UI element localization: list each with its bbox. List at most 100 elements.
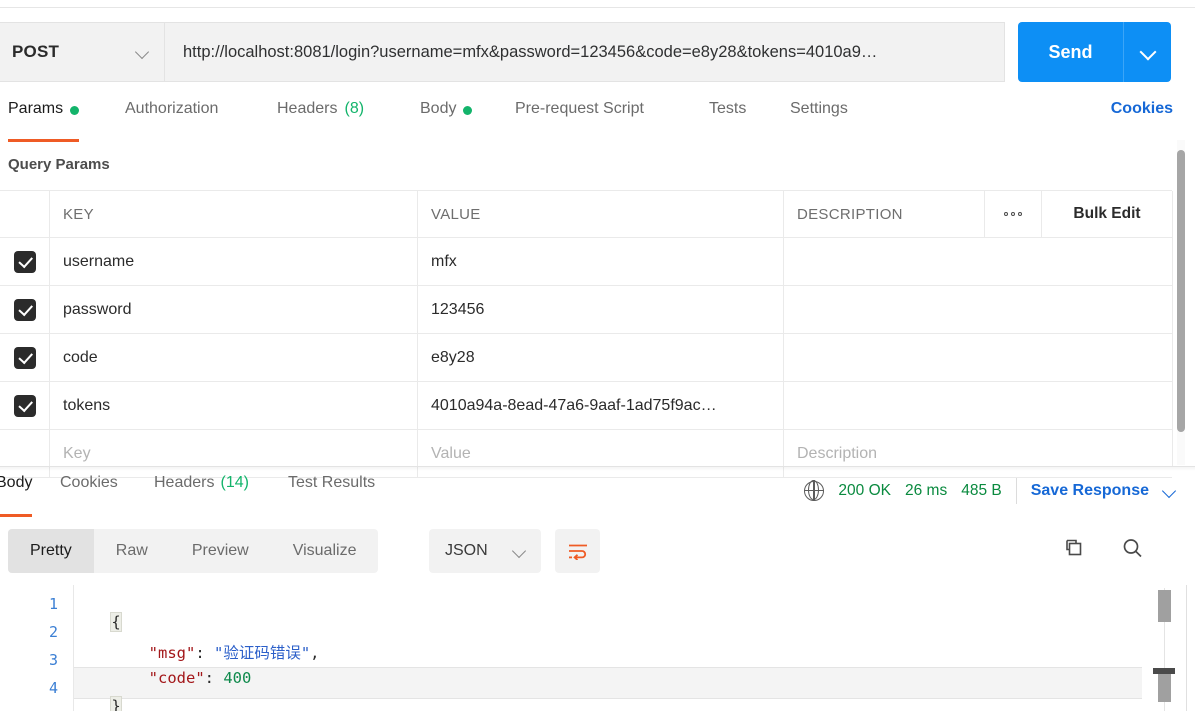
send-options-button[interactable] (1123, 22, 1171, 82)
response-format-tabs: Pretty Raw Preview Visualize (8, 529, 379, 573)
param-key[interactable]: tokens (63, 397, 110, 415)
tab-body-label: Body (420, 100, 457, 117)
response-tab-headers-count: (14) (220, 474, 249, 491)
url-input[interactable]: http://localhost:8081/login?username=mfx… (165, 22, 1005, 82)
chevron-down-icon (1141, 45, 1155, 59)
param-value-placeholder[interactable]: Value (431, 445, 471, 463)
query-params-table: KEY VALUE DESCRIPTION Bulk Edit username… (0, 190, 1172, 478)
response-tab-body[interactable]: Body (0, 474, 33, 517)
response-panel-shadow (0, 467, 1195, 471)
tab-params[interactable]: Params (8, 100, 80, 142)
format-pretty[interactable]: Pretty (8, 529, 94, 573)
table-row: username mfx (0, 237, 1172, 286)
search-response-button[interactable] (1120, 536, 1150, 566)
response-tab-test-results-label: Test Results (288, 474, 376, 491)
tab-authorization[interactable]: Authorization (125, 100, 218, 138)
copy-to-clipboard-button[interactable] (1060, 536, 1090, 566)
response-body-scrollbar-thumb-lower[interactable] (1158, 672, 1171, 702)
param-value[interactable]: 4010a94a-8ead-47a6-9aaf-1ad75f9ac… (431, 397, 717, 415)
param-key-placeholder[interactable]: Key (63, 445, 91, 463)
tab-headers-label: Headers (277, 100, 338, 117)
more-options-icon (1004, 212, 1022, 216)
row-checkbox[interactable] (13, 346, 36, 369)
response-tab-body-label: Body (0, 474, 33, 491)
format-visualize[interactable]: Visualize (271, 529, 379, 573)
json-close-brace: } (110, 696, 122, 711)
active-tab-underline (0, 514, 33, 517)
table-options-button[interactable] (984, 191, 1042, 237)
header-checkbox-cell (0, 191, 50, 237)
top-divider (0, 7, 1195, 8)
response-tab-test-results[interactable]: Test Results (288, 474, 375, 512)
url-input-value: http://localhost:8081/login?username=mfx… (183, 42, 878, 61)
param-value[interactable]: e8y28 (431, 349, 475, 367)
json-key: "code" (148, 669, 205, 687)
table-row: tokens 4010a94a-8ead-47a6-9aaf-1ad75f9ac… (0, 381, 1172, 430)
response-tab-cookies-label: Cookies (60, 474, 118, 491)
param-value[interactable]: 123456 (431, 301, 484, 319)
params-scrollbar[interactable] (1177, 140, 1185, 465)
response-language-selector[interactable]: JSON (429, 529, 541, 573)
response-body-horizontal-scrollbar-thumb[interactable] (1153, 668, 1175, 674)
column-header-value: VALUE (431, 205, 481, 223)
green-dot-icon (463, 106, 473, 115)
globe-icon (803, 480, 825, 501)
column-header-description: DESCRIPTION (797, 205, 903, 223)
response-tab-cookies[interactable]: Cookies (60, 474, 118, 512)
row-checkbox[interactable] (13, 394, 36, 417)
line-number: 1 (48, 595, 58, 613)
table-row: password 123456 (0, 285, 1172, 334)
word-wrap-button[interactable] (555, 529, 600, 573)
param-key[interactable]: password (63, 301, 131, 319)
tab-tests-label: Tests (709, 100, 747, 117)
code-line-4[interactable]: } (74, 679, 122, 711)
format-preview[interactable]: Preview (170, 529, 271, 573)
http-method-selector[interactable]: POST (0, 22, 165, 82)
response-body-scrollbar-thumb[interactable] (1158, 590, 1171, 622)
response-time: 26 ms (904, 482, 948, 499)
line-number: 4 (48, 679, 58, 697)
tab-pre-request-script[interactable]: Pre-request Script (515, 100, 644, 138)
response-tab-headers[interactable]: Headers (14) (154, 474, 249, 512)
tab-headers[interactable]: Headers (8) (277, 100, 364, 138)
line-number: 2 (48, 623, 58, 641)
param-value[interactable]: mfx (431, 253, 457, 271)
active-tab-underline (8, 139, 80, 142)
bulk-edit-label: Bulk Edit (1073, 205, 1141, 222)
row-checkbox[interactable] (13, 298, 36, 321)
column-header-key: KEY (63, 205, 94, 223)
tab-tests[interactable]: Tests (709, 100, 746, 138)
chevron-down-icon[interactable] (1163, 484, 1177, 498)
url-bar: POST http://localhost:8081/login?usernam… (0, 22, 1195, 82)
row-checkbox[interactable] (13, 250, 36, 273)
format-raw[interactable]: Raw (94, 529, 170, 573)
green-dot-icon (70, 106, 80, 115)
tab-pre-request-script-label: Pre-request Script (515, 100, 644, 117)
json-colon: : (204, 669, 224, 687)
json-comma: , (310, 644, 320, 662)
divider (1015, 478, 1017, 504)
line-number-gutter: 1 2 3 4 (0, 585, 72, 711)
cookies-link[interactable]: Cookies (1111, 100, 1173, 118)
table-right-border (1172, 191, 1173, 466)
search-icon (1123, 539, 1142, 558)
tab-headers-count: (8) (344, 100, 365, 117)
response-status-bar: 200 OK 26 ms 485 B Save Response (803, 478, 1177, 504)
params-scrollbar-thumb[interactable] (1177, 150, 1185, 432)
postman-request-response-view: POST http://localhost:8081/login?usernam… (0, 0, 1195, 711)
save-response-button[interactable]: Save Response (1031, 482, 1149, 500)
json-number-value: 400 (223, 669, 252, 687)
http-method-label: POST (12, 42, 60, 61)
tab-settings-label: Settings (790, 100, 848, 117)
response-tab-headers-label: Headers (154, 474, 215, 491)
chevron-down-icon (136, 45, 150, 59)
tab-body[interactable]: Body (420, 100, 473, 138)
send-button[interactable]: Send (1018, 22, 1123, 82)
param-key[interactable]: username (63, 253, 134, 271)
table-header-row: KEY VALUE DESCRIPTION Bulk Edit (0, 190, 1172, 238)
param-key[interactable]: code (63, 349, 98, 367)
tab-settings[interactable]: Settings (790, 100, 848, 138)
bulk-edit-button[interactable]: Bulk Edit (1042, 191, 1172, 237)
tab-authorization-label: Authorization (125, 100, 219, 117)
param-description-placeholder[interactable]: Description (797, 445, 877, 463)
